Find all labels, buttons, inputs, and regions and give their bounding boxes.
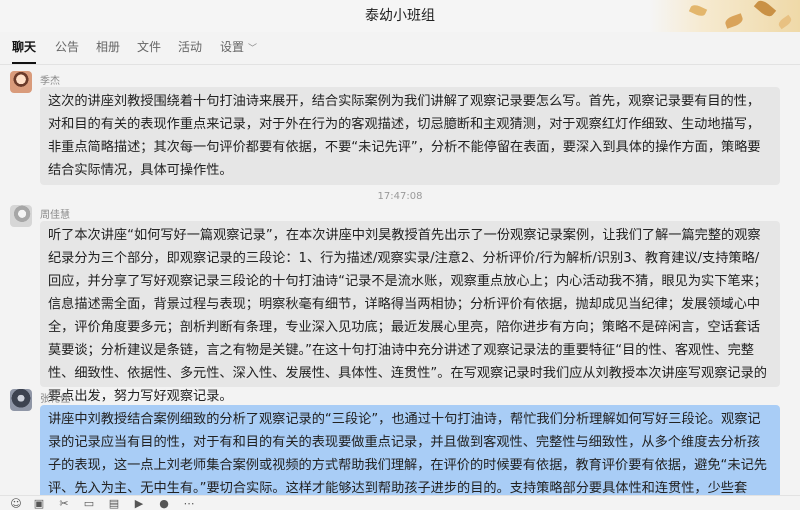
user-avatar[interactable] <box>10 389 32 411</box>
tab-album[interactable]: 相册 <box>96 32 120 62</box>
message-text: 讲座中刘教授结合案例细致的分析了观察记录的“三段论”，也通过十句打油诗，帮忙我们… <box>48 412 767 495</box>
message-bubble[interactable]: 听了本次讲座“如何写好一篇观察记录”，在本次讲座中刘昊教授首先出示了一份观察记录… <box>40 221 780 404</box>
message-timestamp: 17:47:08 <box>377 191 423 202</box>
scissors-icon[interactable]: ✂ <box>58 498 70 510</box>
title-decoration <box>650 0 800 32</box>
user-avatar[interactable] <box>10 205 32 227</box>
video-icon[interactable]: ▶ <box>133 498 145 510</box>
tab-chat[interactable]: 聊天 <box>12 32 37 64</box>
folder-icon[interactable]: ▭ <box>83 498 95 510</box>
tab-activities[interactable]: 活动 <box>178 32 202 62</box>
message-text: 听了本次讲座“如何写好一篇观察记录”，在本次讲座中刘昊教授首先出示了一份观察记录… <box>48 228 767 404</box>
tab-announcements[interactable]: 公告 <box>55 32 79 62</box>
user-avatar[interactable] <box>10 71 32 93</box>
message-sender: 张礼佳 <box>40 394 70 405</box>
chat-message-list[interactable]: 季杰 这次的讲座刘教授围绕着十句打油诗来展开，结合实际案例为我们讲解了观察记录要… <box>0 65 800 495</box>
screenshot-icon[interactable]: ▣ <box>33 498 45 510</box>
message-sender: 周佳慧 <box>40 210 70 221</box>
mic-icon[interactable]: ● <box>158 498 170 510</box>
group-tabs: 聊天 公告 相册 文件 活动 设置 ﹀ <box>0 32 800 65</box>
message-bubble-selected[interactable]: 讲座中刘教授结合案例细致的分析了观察记录的“三段论”，也通过十句打油诗，帮忙我们… <box>40 405 780 495</box>
message-sender: 季杰 <box>40 76 60 87</box>
emoji-icon[interactable]: ☺ <box>10 498 22 510</box>
tab-files[interactable]: 文件 <box>137 32 161 62</box>
chevron-down-icon: ﹀ <box>248 44 258 54</box>
input-toolbar: ☺ ▣ ✂ ▭ ▤ ▶ ● ⋯ <box>0 495 800 510</box>
image-icon[interactable]: ▤ <box>108 498 120 510</box>
window-titlebar: 泰幼小班组 <box>0 0 800 32</box>
window-title: 泰幼小班组 <box>365 8 435 24</box>
message-bubble[interactable]: 这次的讲座刘教授围绕着十句打油诗来展开，结合实际案例为我们讲解了观察记录要怎么写… <box>40 87 780 185</box>
more-icon[interactable]: ⋯ <box>183 498 195 510</box>
message-text: 这次的讲座刘教授围绕着十句打油诗来展开，结合实际案例为我们讲解了观察记录要怎么写… <box>48 94 761 178</box>
tab-settings[interactable]: 设置 ﹀ <box>220 32 257 62</box>
